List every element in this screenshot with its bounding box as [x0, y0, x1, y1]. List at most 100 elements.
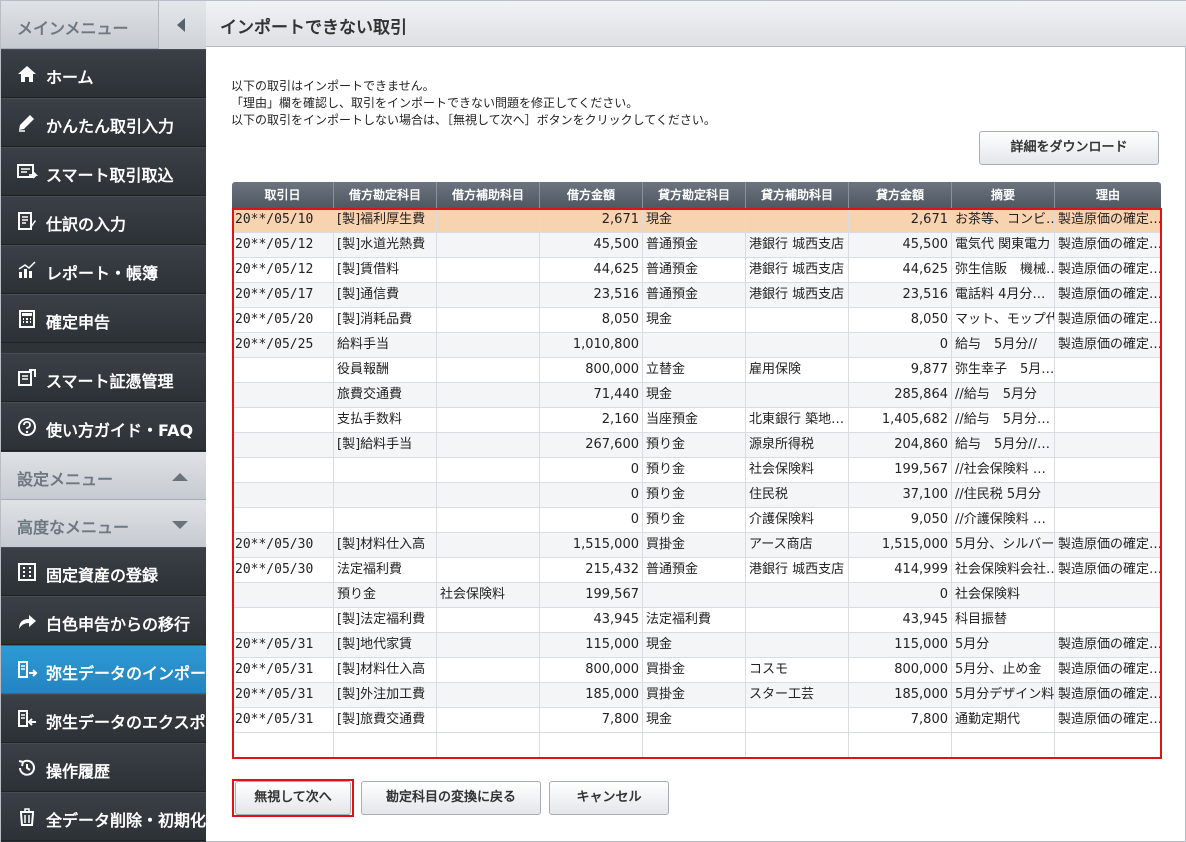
- sidebar-item-history[interactable]: 操作履歴: [1, 743, 206, 792]
- credit-sub-cell: コスモ: [746, 658, 849, 682]
- home-icon: [18, 66, 36, 82]
- credit-amount-cell: 2,671: [849, 208, 952, 232]
- memo-cell: //社会保険料 …: [952, 458, 1055, 482]
- reason-cell: [1055, 383, 1161, 407]
- sidebar-item-label: 確定申告: [46, 313, 111, 332]
- table-row[interactable]: 20**/05/25 給料手当 1,010,800 0 給与 5月分//製造原価の確定…: [232, 333, 1161, 358]
- table-row[interactable]: [製]法定福利費 43,945 法定福利費 43,945 科目振替: [232, 608, 1161, 633]
- debit-account-cell: [製]消耗品費: [334, 308, 437, 332]
- debit-amount-cell: 199,567: [540, 583, 643, 607]
- empty-cell: [643, 733, 746, 757]
- debit-account-cell: [製]福利厚生費: [334, 208, 437, 232]
- debit-amount-cell: 1,010,800: [540, 333, 643, 357]
- credit-account-cell: 現金: [643, 208, 746, 232]
- credit-account-cell: 預り金: [643, 483, 746, 507]
- reason-cell: [1055, 458, 1161, 482]
- date-cell: [232, 408, 334, 432]
- memo-cell: 弥生信販 機械…: [952, 258, 1055, 282]
- debit-amount-cell: 45,500: [540, 233, 643, 257]
- credit-account-cell: 買掛金: [643, 533, 746, 557]
- header-col-credit-sub: 貸方補助科目: [746, 182, 849, 208]
- table-row[interactable]: 20**/05/31 [製]外注加工費 185,000 買掛金 スター工芸 185,000…: [232, 683, 1161, 708]
- download-details-button[interactable]: 詳細をダウンロード: [979, 131, 1159, 165]
- debit-sub-cell: [437, 358, 540, 382]
- debit-amount-cell: 115,000: [540, 633, 643, 657]
- table-row[interactable]: 20**/05/31 [製]地代家賃 115,000 現金 115,000 5月分 製造原価…: [232, 633, 1161, 658]
- sidebar-item-migration[interactable]: 白色申告からの移行: [1, 596, 206, 645]
- advanced-menu-header[interactable]: 高度なメニュー: [1, 500, 206, 548]
- back-to-conversion-button[interactable]: 勘定科目の変換に戻る: [361, 781, 541, 815]
- table-row[interactable]: 支払手数料 2,160 当座預金 北東銀行 築地… 1,405,682//給与 5月分…: [232, 408, 1161, 433]
- reason-cell: 製造原価の確定…: [1058, 287, 1161, 302]
- credit-account-cell: 預り金: [643, 508, 746, 532]
- debit-amount-cell: 2,671: [540, 208, 643, 232]
- credit-sub-cell: 社会保険料: [746, 458, 849, 482]
- collapse-menu-button[interactable]: [158, 1, 206, 49]
- reason-cell: 製造原価の確定…: [1058, 637, 1161, 652]
- reason-cell: 製造原価の確定…: [1058, 237, 1161, 252]
- empty-cell: [232, 733, 334, 757]
- sidebar-item-help[interactable]: 使い方ガイド・FAQ: [1, 402, 206, 451]
- debit-account-cell: 旅費交通費: [334, 383, 437, 407]
- sidebar-item-journal-entry[interactable]: 仕訳の入力: [1, 196, 206, 245]
- reason-cell: [1055, 583, 1161, 607]
- table-row[interactable]: 0 預り金 社会保険料 199,567//社会保険料 …: [232, 458, 1161, 483]
- credit-sub-cell: [746, 308, 849, 332]
- table-row[interactable]: 20**/05/12 [製]賃借料 44,625 普通預金 港銀行 城西支店 44,625…: [232, 258, 1161, 283]
- debit-amount-cell: 43,945: [540, 608, 643, 632]
- debit-sub-cell: [437, 308, 540, 332]
- memo-cell: //住民税 5月分: [952, 483, 1055, 507]
- sidebar-item-smart-receipts[interactable]: スマート証憑管理: [1, 353, 206, 402]
- credit-amount-cell: 204,860: [849, 433, 952, 457]
- sidebar-item-home[interactable]: ホーム: [1, 49, 206, 98]
- trash-icon: [20, 808, 34, 826]
- memo-cell: 社会保険料: [952, 583, 1055, 607]
- debit-account-cell: [334, 508, 437, 532]
- debit-account-cell: [製]材料仕入高: [334, 658, 437, 682]
- ignore-next-button[interactable]: 無視して次へ: [235, 781, 351, 815]
- app-window: メインメニュー ホーム かんたん取引入力 スマート取引取込 仕訳の入力 レポート…: [0, 0, 1186, 842]
- sidebar-item-reports[interactable]: レポート・帳簿: [1, 245, 206, 294]
- sidebar-item-easy-entry[interactable]: かんたん取引入力: [1, 98, 206, 147]
- table-row[interactable]: 0 預り金 介護保険料 9,050//介護保険料 …: [232, 508, 1161, 533]
- table-row[interactable]: 旅費交通費 71,440 現金 285,864//給与 5月分: [232, 383, 1161, 408]
- message-line: 「理由」欄を確認し、取引をインポートできない問題を修正してください。: [231, 96, 639, 110]
- settings-menu-header[interactable]: 設定メニュー: [1, 452, 206, 500]
- reason-cell: 製造原価の確定…: [1058, 687, 1161, 702]
- table-row[interactable]: 20**/05/31 [製]材料仕入高 800,000 買掛金 コスモ 800,000 5月…: [232, 658, 1161, 683]
- sidebar-item-fixed-assets[interactable]: 固定資産の登録: [1, 547, 206, 596]
- advanced-menu-label: 高度なメニュー: [17, 518, 130, 537]
- calculator-icon: [19, 310, 35, 328]
- sidebar: メインメニュー ホーム かんたん取引入力 スマート取引取込 仕訳の入力 レポート…: [1, 1, 238, 842]
- message-line: 以下の取引をインポートしない場合は、［無視して次へ］ボタンをクリックしてください…: [231, 113, 716, 127]
- table-row[interactable]: 20**/05/10 [製]福利厚生費 2,671 現金 2,671 お茶等、コンビ… 製造…: [232, 208, 1161, 233]
- table-row[interactable]: 20**/05/20 [製]消耗品費 8,050 現金 8,050 マット、モップ代 製造原…: [232, 308, 1161, 333]
- table-row[interactable]: 0 預り金 住民税 37,100//住民税 5月分: [232, 483, 1161, 508]
- debit-amount-cell: 0: [540, 508, 643, 532]
- table-row[interactable]: 20**/05/30 法定福利費 215,432 普通預金 港銀行 城西支店 414,99…: [232, 558, 1161, 583]
- memo-cell: マット、モップ代: [952, 308, 1055, 332]
- sidebar-item-yayoi-export[interactable]: 弥生データのエクスポート: [1, 694, 238, 743]
- sidebar-item-yayoi-import[interactable]: 弥生データのインポート: [1, 645, 222, 694]
- debit-sub-cell: [437, 683, 540, 707]
- table-row[interactable]: [製]給料手当 267,600 預り金 源泉所得税 204,860 給与 5月分//…: [232, 433, 1161, 458]
- sidebar-item-tax-return[interactable]: 確定申告: [1, 294, 206, 343]
- main-menu-header[interactable]: メインメニュー: [1, 1, 206, 49]
- table-row[interactable]: 20**/05/12 [製]水道光熱費 45,500 普通預金 港銀行 城西支店 45,5…: [232, 233, 1161, 258]
- memo-cell: 電話料 4月分…: [952, 283, 1055, 307]
- credit-account-cell: 買掛金: [643, 683, 746, 707]
- table-row[interactable]: 預り金 社会保険料 199,567 0 社会保険料: [232, 583, 1161, 608]
- table-row[interactable]: 20**/05/17 [製]通信費 23,516 普通預金 港銀行 城西支店 23,516…: [232, 283, 1161, 308]
- debit-sub-cell: [437, 408, 540, 432]
- cancel-button[interactable]: キャンセル: [549, 781, 669, 815]
- header-col-debit-account: 借方勘定科目: [334, 182, 437, 208]
- credit-amount-cell: 45,500: [849, 233, 952, 257]
- sidebar-item-smart-import[interactable]: スマート取引取込: [1, 147, 206, 196]
- debit-amount-cell: 1,515,000: [540, 533, 643, 557]
- debit-account-cell: 役員報酬: [334, 358, 437, 382]
- memo-cell: 給与 5月分//: [952, 333, 1055, 357]
- table-row[interactable]: 20**/05/30 [製]材料仕入高 1,515,000 買掛金 アース商店 1,515…: [232, 533, 1161, 558]
- sidebar-item-delete-all[interactable]: 全データ削除・初期化: [1, 792, 206, 841]
- table-row[interactable]: 20**/05/31 [製]旅費交通費 7,800 現金 7,800 通勤定期代 製造原価の…: [232, 708, 1161, 733]
- table-row[interactable]: 役員報酬 800,000 立替金 雇用保険 9,877 弥生幸子 5月…: [232, 358, 1161, 383]
